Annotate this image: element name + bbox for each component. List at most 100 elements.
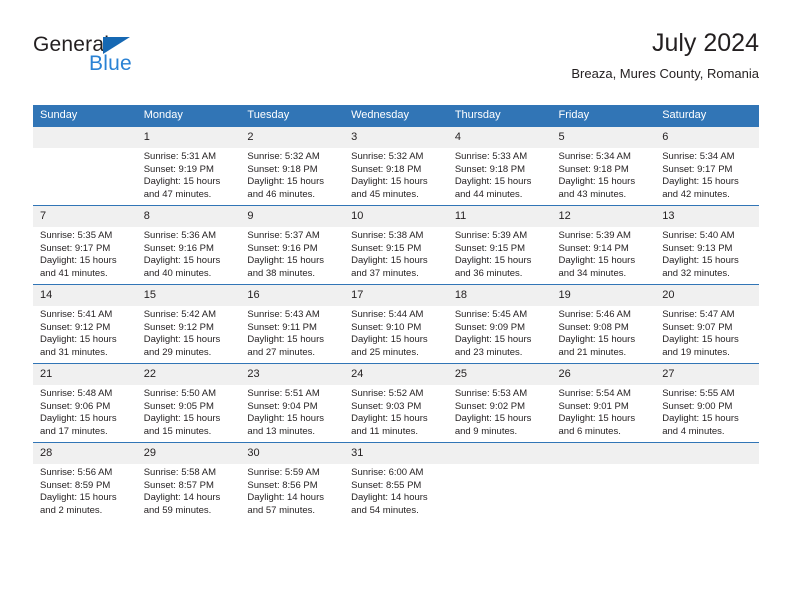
day-details: Sunrise: 5:46 AM Sunset: 9:08 PM Dayligh… (552, 306, 656, 359)
day-cell[interactable]: 10 Sunrise: 5:38 AM Sunset: 9:15 PM Dayl… (344, 205, 448, 285)
day-details: Sunrise: 5:50 AM Sunset: 9:05 PM Dayligh… (137, 385, 241, 438)
sunrise-text: Sunrise: 5:39 AM (558, 230, 631, 241)
daylight-text-line2: and 11 minutes. (351, 425, 419, 437)
day-number: 27 (655, 364, 759, 385)
day-number: 4 (447, 127, 552, 148)
day-cell[interactable]: 3 Sunrise: 5:32 AM Sunset: 9:18 PM Dayli… (344, 126, 448, 206)
day-cell[interactable]: 24 Sunrise: 5:52 AM Sunset: 9:03 PM Dayl… (344, 363, 448, 443)
daylight-text-line2: and 25 minutes. (351, 346, 419, 358)
day-cell[interactable]: 7 Sunrise: 5:35 AM Sunset: 9:17 PM Dayli… (33, 205, 137, 285)
sunrise-text: Sunrise: 5:31 AM (143, 151, 217, 162)
day-cell[interactable] (33, 126, 137, 206)
daylight-text-line1: Daylight: 15 hours (351, 255, 428, 267)
calendar-week-row: 21 Sunrise: 5:48 AM Sunset: 9:06 PM Dayl… (33, 363, 759, 443)
day-number: 25 (447, 364, 552, 385)
day-cell[interactable]: 6 Sunrise: 5:34 AM Sunset: 9:17 PM Dayli… (655, 126, 759, 206)
daylight-text-line2: and 9 minutes. (454, 425, 518, 437)
sunset-text: Sunset: 9:02 PM (454, 400, 526, 412)
day-number: 20 (655, 285, 759, 306)
day-number (447, 443, 552, 464)
day-details: Sunrise: 5:36 AM Sunset: 9:16 PM Dayligh… (137, 227, 241, 280)
sunset-text: Sunset: 9:05 PM (143, 400, 214, 412)
sunrise-text: Sunrise: 5:54 AM (558, 388, 631, 399)
day-cell[interactable]: 5 Sunrise: 5:34 AM Sunset: 9:18 PM Dayli… (551, 126, 656, 206)
day-cell[interactable]: 26 Sunrise: 5:54 AM Sunset: 9:01 PM Dayl… (551, 363, 656, 443)
sunset-text: Sunset: 8:55 PM (351, 479, 422, 491)
day-cell[interactable] (447, 442, 552, 521)
daylight-text-line2: and 13 minutes. (247, 425, 316, 437)
general-blue-logo[interactable]: General Blue (33, 34, 233, 86)
day-cell[interactable] (551, 442, 656, 521)
day-cell[interactable]: 13 Sunrise: 5:40 AM Sunset: 9:13 PM Dayl… (655, 205, 759, 285)
daylight-text-line1: Daylight: 14 hours (143, 492, 221, 504)
daylight-text-line1: Daylight: 15 hours (143, 255, 221, 267)
day-cell[interactable]: 16 Sunrise: 5:43 AM Sunset: 9:11 PM Dayl… (240, 284, 345, 364)
daylight-text-line2: and 43 minutes. (558, 188, 627, 200)
day-number: 29 (136, 443, 241, 464)
sunset-text: Sunset: 9:17 PM (662, 163, 733, 175)
day-cell[interactable]: 19 Sunrise: 5:46 AM Sunset: 9:08 PM Dayl… (551, 284, 656, 364)
day-cell[interactable]: 4 Sunrise: 5:33 AM Sunset: 9:18 PM Dayli… (447, 126, 552, 206)
day-cell[interactable] (655, 442, 759, 521)
day-cell[interactable]: 27 Sunrise: 5:55 AM Sunset: 9:00 PM Dayl… (655, 363, 759, 443)
sunrise-text: Sunrise: 5:44 AM (351, 309, 424, 320)
day-cell[interactable]: 30 Sunrise: 5:59 AM Sunset: 8:56 PM Dayl… (240, 442, 345, 521)
day-cell[interactable]: 12 Sunrise: 5:39 AM Sunset: 9:14 PM Dayl… (551, 205, 656, 285)
day-details: Sunrise: 5:45 AM Sunset: 9:09 PM Dayligh… (448, 306, 552, 359)
day-cell[interactable]: 1 Sunrise: 5:31 AM Sunset: 9:19 PM Dayli… (136, 126, 241, 206)
sunset-text: Sunset: 9:06 PM (40, 400, 111, 412)
day-details (448, 464, 552, 467)
day-details: Sunrise: 5:32 AM Sunset: 9:18 PM Dayligh… (344, 148, 448, 201)
sunset-text: Sunset: 9:01 PM (558, 400, 629, 412)
daylight-text-line1: Daylight: 15 hours (40, 492, 117, 504)
sunrise-text: Sunrise: 5:40 AM (662, 230, 735, 241)
day-cell[interactable]: 25 Sunrise: 5:53 AM Sunset: 9:02 PM Dayl… (447, 363, 552, 443)
day-cell[interactable]: 21 Sunrise: 5:48 AM Sunset: 9:06 PM Dayl… (33, 363, 137, 443)
day-details: Sunrise: 6:00 AM Sunset: 8:55 PM Dayligh… (344, 464, 448, 517)
day-details: Sunrise: 5:54 AM Sunset: 9:01 PM Dayligh… (552, 385, 656, 438)
daylight-text-line2: and 34 minutes. (558, 267, 627, 279)
day-details: Sunrise: 5:48 AM Sunset: 9:06 PM Dayligh… (33, 385, 137, 438)
day-cell[interactable]: 15 Sunrise: 5:42 AM Sunset: 9:12 PM Dayl… (136, 284, 241, 364)
day-cell[interactable]: 22 Sunrise: 5:50 AM Sunset: 9:05 PM Dayl… (136, 363, 241, 443)
sunset-text: Sunset: 9:19 PM (143, 163, 214, 175)
sunrise-text: Sunrise: 5:36 AM (143, 230, 217, 241)
weekday-header-friday: Friday (551, 105, 656, 127)
daylight-text-line2: and 36 minutes. (454, 267, 523, 279)
daylight-text-line2: and 46 minutes. (247, 188, 316, 200)
daylight-text-line2: and 6 minutes. (558, 425, 621, 437)
daylight-text-line1: Daylight: 15 hours (558, 334, 636, 346)
sunset-text: Sunset: 8:57 PM (143, 479, 214, 491)
day-number: 13 (655, 206, 759, 227)
day-cell[interactable]: 18 Sunrise: 5:45 AM Sunset: 9:09 PM Dayl… (447, 284, 552, 364)
sunset-text: Sunset: 9:16 PM (247, 242, 318, 254)
daylight-text-line2: and 29 minutes. (143, 346, 212, 358)
day-cell[interactable]: 23 Sunrise: 5:51 AM Sunset: 9:04 PM Dayl… (240, 363, 345, 443)
day-cell[interactable]: 29 Sunrise: 5:58 AM Sunset: 8:57 PM Dayl… (136, 442, 241, 521)
day-cell[interactable]: 8 Sunrise: 5:36 AM Sunset: 9:16 PM Dayli… (136, 205, 241, 285)
daylight-text-line2: and 17 minutes. (40, 425, 108, 437)
day-details: Sunrise: 5:39 AM Sunset: 9:15 PM Dayligh… (448, 227, 552, 280)
page-header: General Blue July 2024 Breaza, Mures Cou… (33, 28, 759, 98)
day-number: 28 (33, 443, 137, 464)
daylight-text-line1: Daylight: 15 hours (247, 176, 324, 188)
day-number: 10 (344, 206, 448, 227)
day-cell[interactable]: 31 Sunrise: 6:00 AM Sunset: 8:55 PM Dayl… (344, 442, 448, 521)
sunrise-text: Sunrise: 5:48 AM (40, 388, 113, 399)
day-number: 17 (344, 285, 448, 306)
day-details: Sunrise: 5:47 AM Sunset: 9:07 PM Dayligh… (655, 306, 759, 359)
calendar-table: Sunday Monday Tuesday Wednesday Thursday… (33, 105, 759, 521)
sunset-text: Sunset: 9:09 PM (454, 321, 526, 333)
day-number: 18 (447, 285, 552, 306)
day-cell[interactable]: 9 Sunrise: 5:37 AM Sunset: 9:16 PM Dayli… (240, 205, 345, 285)
day-cell[interactable]: 17 Sunrise: 5:44 AM Sunset: 9:10 PM Dayl… (344, 284, 448, 364)
day-cell[interactable]: 14 Sunrise: 5:41 AM Sunset: 9:12 PM Dayl… (33, 284, 137, 364)
day-cell[interactable]: 28 Sunrise: 5:56 AM Sunset: 8:59 PM Dayl… (33, 442, 137, 521)
daylight-text-line2: and 19 minutes. (662, 346, 730, 358)
day-cell[interactable]: 2 Sunrise: 5:32 AM Sunset: 9:18 PM Dayli… (240, 126, 345, 206)
day-cell[interactable]: 20 Sunrise: 5:47 AM Sunset: 9:07 PM Dayl… (655, 284, 759, 364)
day-cell[interactable]: 11 Sunrise: 5:39 AM Sunset: 9:15 PM Dayl… (447, 205, 552, 285)
day-number: 7 (33, 206, 137, 227)
daylight-text-line2: and 21 minutes. (558, 346, 627, 358)
sunrise-text: Sunrise: 5:53 AM (454, 388, 528, 399)
